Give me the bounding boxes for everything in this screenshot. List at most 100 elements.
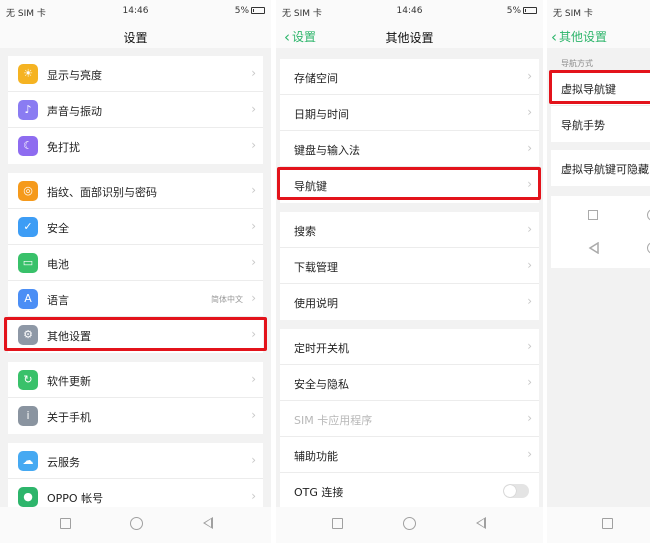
settings-item-label: OPPO 帐号 — [47, 492, 104, 505]
other-item-search[interactable]: 搜索 › — [280, 212, 539, 248]
nav-option-label: 导航手势 — [561, 119, 605, 132]
settings-item-security[interactable]: ✓ 安全 › — [8, 209, 263, 245]
title-bar: ‹ 其他设置 — [547, 24, 650, 48]
settings-item-language[interactable]: A 语言 简体中文 › — [8, 281, 263, 317]
settings-item-display[interactable]: ☀ 显示与亮度 › — [8, 56, 263, 92]
settings-item-dnd[interactable]: ☾ 免打扰 › — [8, 128, 263, 164]
nav-option-gestures[interactable]: 导航手势 — [551, 106, 650, 142]
chevron-right-icon: › — [251, 291, 256, 305]
settings-group-account: ☁ 云服务 › ● OPPO 帐号 › — [8, 443, 263, 515]
section-caption: 导航方式 — [561, 59, 593, 68]
recents-key[interactable] — [60, 518, 71, 529]
settings-item-label: 云服务 — [47, 456, 80, 469]
nav-key-preview — [551, 196, 650, 268]
other-item-scheduled-power[interactable]: 定时开关机 › — [280, 329, 539, 365]
recents-key[interactable] — [332, 518, 343, 529]
clock: 14:46 — [122, 6, 149, 16]
chevron-right-icon: › — [251, 183, 256, 197]
home-key[interactable] — [403, 517, 416, 530]
other-item-privacy[interactable]: 安全与隐私 › — [280, 365, 539, 401]
status-bar: 无 SIM 卡 14:46 5% — [0, 0, 271, 24]
carrier-text: 无 SIM 卡 — [553, 9, 593, 19]
settings-item-battery[interactable]: ▭ 电池 › — [8, 245, 263, 281]
chevron-right-icon: › — [527, 69, 532, 83]
settings-item-label: 声音与振动 — [47, 105, 102, 118]
other-item-label: OTG 连接 — [294, 486, 344, 499]
chevron-right-icon: › — [251, 372, 256, 386]
home-key[interactable] — [130, 517, 143, 530]
brightness-icon: ☀ — [18, 64, 38, 84]
language-value: 简体中文 — [211, 295, 243, 304]
settings-item-cloud[interactable]: ☁ 云服务 › — [8, 443, 263, 479]
settings-item-label: 免打扰 — [47, 141, 80, 154]
chevron-right-icon: › — [527, 258, 532, 272]
other-item-datetime[interactable]: 日期与时间 › — [280, 95, 539, 131]
chevron-right-icon: › — [251, 66, 256, 80]
highlight-other-settings — [4, 317, 267, 351]
hide-keys-option[interactable]: 虚拟导航键可隐藏 — [551, 150, 650, 186]
battery-icon — [523, 7, 537, 14]
settings-item-about[interactable]: i 关于手机 › — [8, 398, 263, 434]
settings-group-update: ↻ 软件更新 › i 关于手机 › — [8, 362, 263, 434]
highlight-navigation-keys — [277, 167, 541, 200]
battery-icon: ▭ — [18, 253, 38, 273]
other-item-storage[interactable]: 存储空间 › — [280, 59, 539, 95]
other-item-label: 下载管理 — [294, 261, 338, 274]
chevron-right-icon: › — [527, 411, 532, 425]
chevron-right-icon: › — [527, 339, 532, 353]
clock: 14:46 — [396, 6, 423, 16]
other-item-accessibility[interactable]: 辅助功能 › — [280, 437, 539, 473]
back-key[interactable] — [476, 517, 486, 529]
battery-percent: 5% — [506, 6, 521, 16]
battery-indicator: 5% — [235, 6, 265, 16]
battery-indicator: 5% — [507, 6, 537, 16]
other-item-sim-apps: SIM 卡应用程序 › — [280, 401, 539, 437]
title-bar: 设置 — [0, 24, 271, 48]
chevron-right-icon: › — [251, 453, 256, 467]
title-bar: ‹ 设置 其他设置 — [276, 24, 543, 48]
settings-item-update[interactable]: ↻ 软件更新 › — [8, 362, 263, 398]
other-settings-screen: 无 SIM 卡 14:46 5% ‹ 设置 其他设置 存储空间 › 日期与时间 ›… — [276, 0, 543, 543]
hide-keys-group: 虚拟导航键可隐藏 — [551, 150, 650, 186]
back-key-icon — [588, 242, 599, 254]
settings-item-label: 软件更新 — [47, 375, 91, 388]
recents-key[interactable] — [602, 518, 613, 529]
chevron-right-icon: › — [527, 222, 532, 236]
cloud-icon: ☁ — [18, 451, 38, 471]
hide-keys-label: 虚拟导航键可隐藏 — [561, 163, 649, 176]
settings-item-fingerprint[interactable]: ◎ 指纹、面部识别与密码 › — [8, 173, 263, 209]
status-bar: 无 SIM 卡 14:46 5% — [276, 0, 543, 24]
update-icon: ↻ — [18, 370, 38, 390]
chevron-right-icon: › — [251, 102, 256, 116]
fingerprint-icon: ◎ — [18, 181, 38, 201]
chevron-right-icon: › — [251, 255, 256, 269]
system-nav-bar — [0, 507, 271, 543]
language-icon: A — [18, 289, 38, 309]
other-item-label: SIM 卡应用程序 — [294, 414, 373, 427]
battery-percent: 5% — [234, 6, 249, 16]
status-bar: 无 SIM 卡 — [547, 0, 650, 24]
other-item-keyboard[interactable]: 键盘与输入法 › — [280, 131, 539, 167]
otg-toggle[interactable] — [503, 484, 529, 498]
settings-item-label: 电池 — [47, 258, 69, 271]
chevron-right-icon: › — [251, 138, 256, 152]
info-icon: i — [18, 406, 38, 426]
other-group-advanced: 定时开关机 › 安全与隐私 › SIM 卡应用程序 › 辅助功能 › OTG 连… — [280, 329, 539, 509]
chevron-right-icon: › — [527, 447, 532, 461]
back-button[interactable]: ‹ 其他设置 — [551, 28, 607, 46]
back-key[interactable] — [203, 517, 213, 529]
page-title: 设置 — [123, 31, 148, 45]
other-item-label: 定时开关机 — [294, 342, 349, 355]
other-item-manual[interactable]: 使用说明 › — [280, 284, 539, 320]
chevron-right-icon: › — [251, 489, 256, 503]
other-item-downloads[interactable]: 下载管理 › — [280, 248, 539, 284]
settings-item-label: 显示与亮度 — [47, 69, 102, 82]
other-item-label: 存储空间 — [294, 72, 338, 85]
chevron-right-icon: › — [251, 219, 256, 233]
shield-icon: ✓ — [18, 217, 38, 237]
other-group-tools: 搜索 › 下载管理 › 使用说明 › — [280, 212, 539, 320]
chevron-right-icon: › — [527, 375, 532, 389]
settings-item-sound[interactable]: ♪ 声音与振动 › — [8, 92, 263, 128]
settings-screen: 无 SIM 卡 14:46 5% 设置 ☀ 显示与亮度 › ♪ 声音与振动 › … — [0, 0, 271, 543]
other-item-label: 搜索 — [294, 225, 316, 238]
